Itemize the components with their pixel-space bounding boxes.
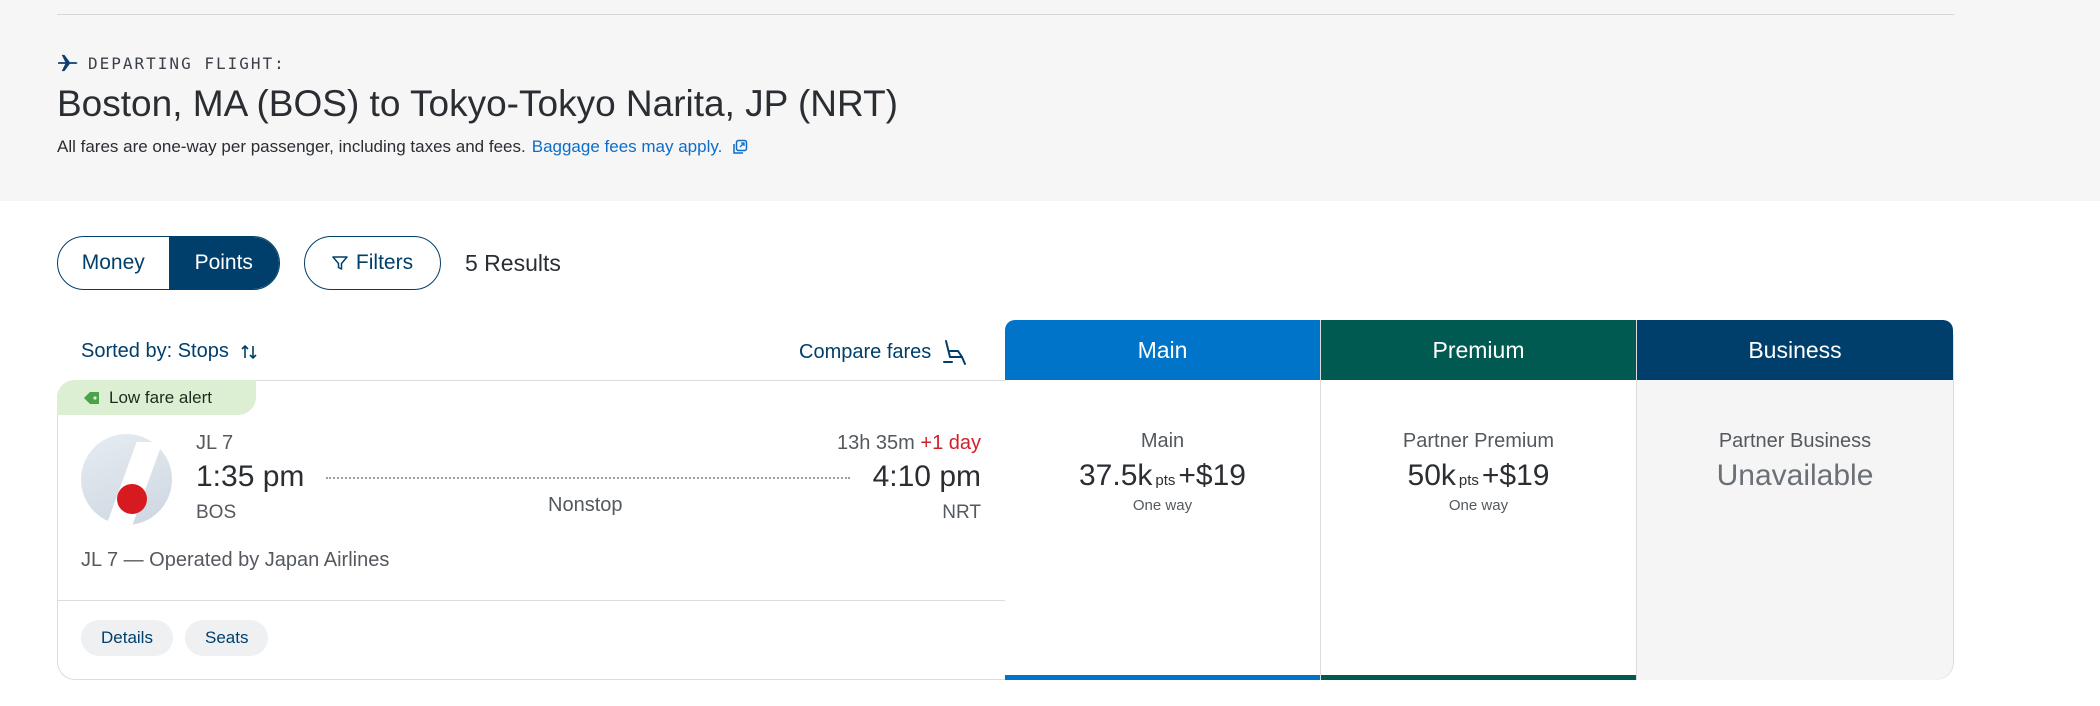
fare-header-business: Business	[1637, 320, 1953, 380]
fare-price: 50k pts +$19	[1321, 459, 1636, 493]
card-divider	[57, 600, 1005, 601]
seats-button[interactable]: Seats	[185, 620, 269, 656]
fare-columns: Main Main 37.5k pts +$19 One way Premium…	[1005, 320, 1954, 680]
baggage-fees-link[interactable]: Baggage fees may apply.	[532, 137, 723, 157]
arrival-airport: NRT	[942, 502, 981, 523]
filters-button[interactable]: Filters	[304, 236, 441, 290]
route-title: Boston, MA (BOS) to Tokyo-Tokyo Narita, …	[57, 83, 898, 124]
compare-fares-link[interactable]: Compare fares	[799, 338, 969, 366]
money-toggle-option[interactable]: Money	[58, 237, 169, 289]
fare-accent-bar	[1321, 675, 1636, 680]
fare-price: 37.5k pts +$19	[1005, 459, 1320, 493]
external-link-icon[interactable]	[732, 139, 748, 155]
flight-number: JL 7	[196, 432, 234, 454]
fare-column-premium[interactable]: Premium Partner Premium 50k pts +$19 One…	[1321, 320, 1637, 680]
fare-header-premium: Premium	[1321, 320, 1636, 380]
duration-text: 13h 35m	[836, 432, 915, 454]
seat-icon	[943, 340, 967, 365]
filter-icon	[332, 256, 348, 270]
fare-note: One way	[1448, 497, 1509, 514]
fare-accent-bar	[1005, 675, 1320, 680]
flight-path-line	[326, 477, 850, 479]
fare-name: Partner Business	[1718, 430, 1872, 452]
tag-icon	[84, 391, 99, 404]
sort-label: Sorted by: Stops	[81, 340, 229, 362]
plus-day-indicator: +1 day	[920, 432, 981, 454]
fare-note: One way	[1132, 497, 1193, 514]
fares-note: All fares are one-way per passenger, inc…	[57, 137, 748, 157]
departure-time: 1:35 pm	[196, 460, 305, 493]
results-count: 5 Results	[465, 250, 561, 276]
flight-duration: 13h 35m +1 day	[837, 432, 981, 455]
arrival-time: 4:10 pm	[872, 460, 981, 493]
fare-column-main[interactable]: Main Main 37.5k pts +$19 One way	[1005, 320, 1321, 680]
header-divider	[57, 14, 1954, 15]
japan-airlines-logo	[81, 434, 172, 525]
sort-arrows-icon	[241, 344, 257, 359]
crane-emblem-icon	[117, 484, 147, 514]
fare-cash: +$19	[1178, 459, 1246, 492]
points-unit: pts	[1155, 472, 1176, 489]
fare-cash: +$19	[1481, 459, 1550, 492]
fare-points: 50k	[1407, 459, 1456, 492]
stops-label: Nonstop	[548, 494, 623, 516]
points-unit: pts	[1458, 472, 1479, 489]
fare-points: 37.5k	[1079, 459, 1153, 492]
departing-heading: DEPARTING FLIGHT:	[57, 52, 286, 74]
airplane-icon	[58, 54, 78, 72]
points-toggle-option[interactable]: Points	[168, 237, 279, 289]
fare-header-main: Main	[1005, 320, 1320, 380]
low-fare-alert-badge: Low fare alert	[57, 380, 256, 415]
sort-control[interactable]: Sorted by: Stops	[81, 340, 259, 363]
fare-name: Main	[1140, 430, 1185, 452]
filters-label: Filters	[355, 251, 414, 274]
departure-airport: BOS	[196, 502, 237, 523]
money-points-toggle: Money Points	[57, 236, 280, 290]
operated-by: JL 7 — Operated by Japan Airlines	[81, 549, 390, 571]
details-button[interactable]: Details	[81, 620, 173, 656]
compare-fares-label: Compare fares	[799, 340, 932, 363]
fare-unavailable: Unavailable	[1716, 459, 1874, 492]
fare-name: Partner Premium	[1402, 430, 1555, 452]
fare-column-business: Business Partner Business Unavailable	[1637, 320, 1954, 680]
fares-note-text: All fares are one-way per passenger, inc…	[57, 137, 526, 156]
low-fare-alert-label: Low fare alert	[109, 387, 212, 407]
departing-label: DEPARTING FLIGHT:	[88, 53, 286, 73]
flight-header: DEPARTING FLIGHT: Boston, MA (BOS) to To…	[0, 0, 2100, 201]
